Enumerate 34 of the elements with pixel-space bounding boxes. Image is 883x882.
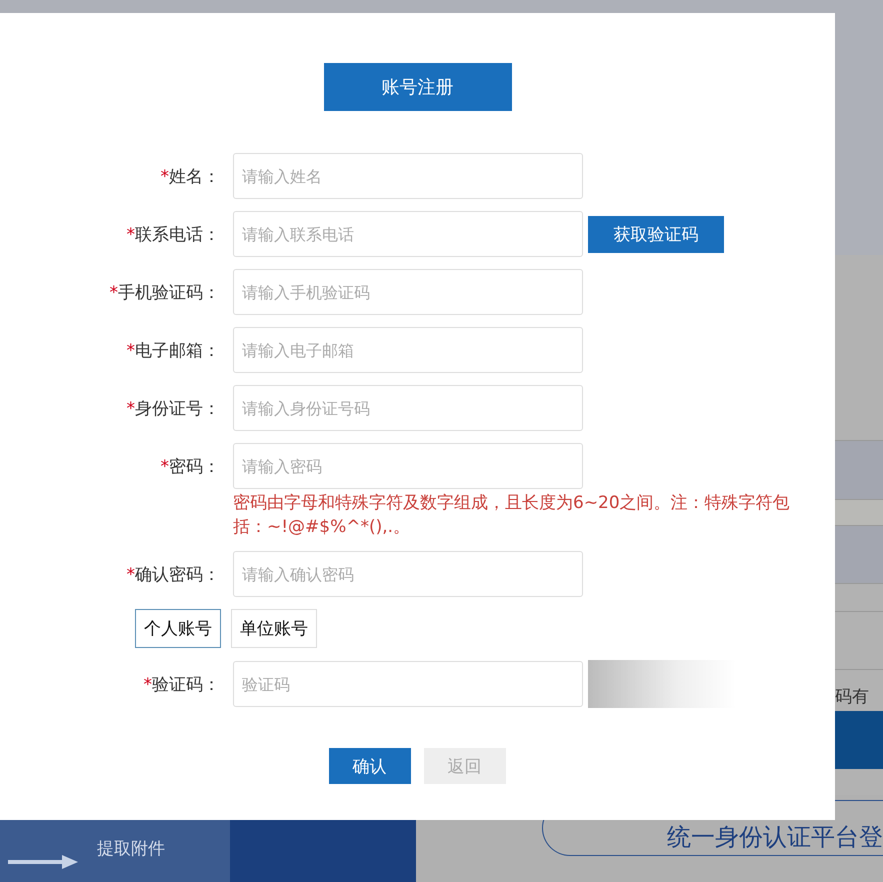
- input-field[interactable]: 请输入电子邮箱: [233, 327, 583, 373]
- required-mark: *: [126, 340, 135, 360]
- field-label: 确认密码：: [135, 564, 220, 586]
- dialog-title: 账号注册: [324, 63, 512, 111]
- input-field[interactable]: 请输入密码: [233, 443, 583, 489]
- confirm-button[interactable]: 确认: [328, 748, 410, 784]
- required-mark: *: [126, 564, 135, 584]
- account-type-tab[interactable]: 单位账号: [231, 609, 317, 648]
- input-field[interactable]: 请输入身份证号码: [233, 385, 583, 431]
- field-label: 姓名：: [169, 166, 220, 188]
- input-field[interactable]: 请输入手机验证码: [233, 269, 583, 315]
- required-mark: *: [126, 398, 135, 418]
- input-field[interactable]: 验证码: [233, 661, 583, 707]
- input-field[interactable]: 请输入确认密码: [233, 551, 583, 597]
- field-label: 验证码：: [152, 674, 220, 696]
- required-mark: *: [144, 674, 152, 694]
- background-panel: [835, 711, 883, 769]
- required-mark: *: [110, 282, 118, 302]
- account-type-tab[interactable]: 个人账号: [135, 609, 221, 648]
- get-code-button[interactable]: 获取验证码: [588, 216, 724, 252]
- input-field[interactable]: 请输入联系电话: [233, 211, 583, 257]
- field-label: 手机验证码：: [118, 282, 220, 304]
- password-hint: 密码由字母和特殊字符及数字组成，且长度为6~20之间。注：特殊字符包括：~!@#$%^*(),.。: [233, 492, 791, 539]
- required-mark: *: [160, 456, 169, 476]
- required-mark: *: [160, 166, 169, 186]
- required-mark: *: [126, 224, 135, 244]
- background-text: 码有: [835, 686, 870, 709]
- input-field[interactable]: 请输入姓名: [233, 153, 583, 199]
- arrow-icon: [8, 855, 78, 869]
- field-label: 联系电话：: [135, 224, 220, 246]
- field-label: 电子邮箱：: [135, 340, 220, 362]
- attachment-link[interactable]: 提取附件: [97, 837, 165, 860]
- field-label: 密码：: [169, 456, 220, 478]
- field-label: 身份证号：: [135, 398, 220, 420]
